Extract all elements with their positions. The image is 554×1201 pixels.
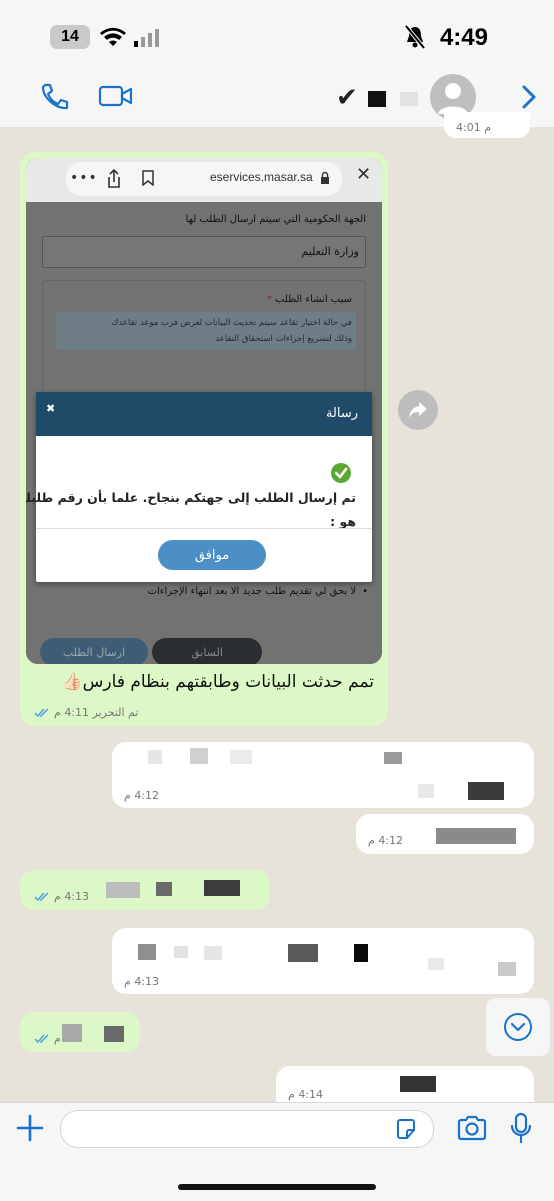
- message-time: 4:12 م: [124, 789, 160, 802]
- field-input: وزارة التعليم: [42, 236, 366, 268]
- chevron-right-icon[interactable]: [520, 84, 538, 110]
- info-text-line1: في حالة اختيار تقاعد سيتم تحديث البيانات…: [111, 318, 352, 328]
- bullet-dot: •: [362, 586, 368, 597]
- microphone-icon[interactable]: [510, 1112, 532, 1144]
- redacted-text: [400, 1076, 436, 1092]
- redacted-text: [190, 748, 208, 764]
- message-input[interactable]: [60, 1110, 434, 1148]
- message-bubble-incoming[interactable]: 4:01 م: [444, 112, 530, 138]
- sticker-icon[interactable]: [395, 1118, 417, 1140]
- info-text-line2: وذلك لتسريع إجراءات استحقاق التقاعد: [215, 334, 352, 344]
- home-indicator: [178, 1184, 376, 1190]
- forward-icon: [409, 402, 427, 418]
- field-value: وزارة التعليم: [301, 245, 359, 258]
- close-icon: ✕: [356, 164, 372, 185]
- contact-name-redacted: [368, 91, 386, 107]
- status-bar: 14 4:49: [0, 0, 554, 75]
- redacted-text: [148, 750, 162, 764]
- forward-button[interactable]: [398, 390, 438, 430]
- message-meta: تم التحرير 4:11 م: [34, 706, 138, 719]
- message-time: 4:13 م: [124, 975, 160, 988]
- double-check-icon: [34, 707, 49, 717]
- video-call-icon[interactable]: [98, 84, 134, 108]
- dialog-divider: [36, 528, 372, 529]
- redacted-text: [138, 944, 156, 960]
- chevron-down-circle-icon: [504, 1013, 532, 1041]
- message-bubble-incoming[interactable]: 4:12 م: [112, 742, 534, 808]
- message-bubble-incoming[interactable]: 4:12 م: [356, 814, 534, 854]
- dialog-header: ✖ رسالة: [36, 392, 372, 436]
- dialog-message-line1: تم إرسال الطلب إلى جهتكم بنجاح. علما بأن…: [26, 490, 356, 505]
- redacted-text: [498, 962, 516, 976]
- lock-icon: [321, 171, 329, 184]
- redacted-text: [418, 784, 434, 798]
- more-icon: •••: [70, 170, 98, 186]
- bookmark-icon: [142, 170, 154, 186]
- submit-button: ارسال الطلب: [40, 638, 148, 664]
- info-box: في حالة اختيار تقاعد سيتم تحديث البيانات…: [56, 312, 356, 350]
- message-meta: م: [34, 1032, 61, 1045]
- dialog-message-line2: هو :: [330, 514, 356, 529]
- reason-label: سبب انشاء الطلب: [275, 294, 352, 305]
- bell-muted-icon: [404, 24, 426, 50]
- message-bubble-outgoing[interactable]: م: [20, 1012, 140, 1052]
- redacted-text: [436, 828, 516, 844]
- url-text: eservices.masar.sa: [210, 170, 313, 184]
- signal-icon: [134, 29, 159, 47]
- redacted-text: [230, 750, 252, 764]
- redacted-text: [104, 1026, 124, 1042]
- reason-label-row: سبب انشاء الطلب *: [267, 294, 352, 305]
- wifi-icon: [100, 27, 126, 46]
- redacted-text: [174, 946, 188, 958]
- dialog-close-icon: ✖: [46, 402, 56, 415]
- url-bar: ••• eservices.masar.sa: [66, 162, 342, 196]
- redacted-text: [428, 958, 444, 970]
- message-meta: 4:13 م: [34, 890, 89, 903]
- redacted-text: [468, 782, 504, 800]
- required-mark: *: [267, 294, 273, 305]
- scroll-down-button[interactable]: [486, 998, 550, 1056]
- success-check-icon: [331, 463, 351, 483]
- camera-icon[interactable]: [456, 1114, 488, 1142]
- dialog-ok-button: موافق: [158, 540, 266, 570]
- contact-name-redacted: [400, 92, 418, 106]
- clock: 4:49: [439, 24, 488, 51]
- screenshot-image[interactable]: ••• eservices.masar.sa ✕ الجهة الحكومية …: [26, 158, 382, 664]
- double-check-icon: [34, 891, 49, 901]
- message-bubble-incoming[interactable]: 4:14 م: [276, 1066, 534, 1102]
- redacted-text: [204, 880, 240, 896]
- message-bubble-incoming[interactable]: 4:13 م: [112, 928, 534, 994]
- message-bubble-outgoing[interactable]: 4:13 م: [20, 870, 270, 910]
- message-time: 4:13 م: [54, 890, 90, 903]
- previous-button: السابق: [152, 638, 262, 664]
- dialog-title: رسالة: [325, 406, 358, 421]
- redacted-text: [288, 944, 318, 962]
- contact-name[interactable]: ✔: [336, 83, 358, 113]
- message-time: 4:12 م: [368, 834, 404, 847]
- redacted-text: [204, 946, 222, 960]
- redacted-text: [384, 752, 402, 764]
- bullet-item: • لا يحق لي تقديم طلب جديد الا بعد انتها…: [148, 586, 368, 597]
- redacted-text: [106, 882, 140, 898]
- message-time: 4:01 م: [456, 121, 492, 134]
- share-icon: [108, 169, 120, 188]
- phone-icon[interactable]: [38, 82, 70, 112]
- plus-icon[interactable]: [16, 1114, 44, 1142]
- field-label: الجهة الحكومية التي سيتم ارسال الطلب لها: [185, 214, 366, 225]
- redacted-text: [354, 944, 368, 962]
- message-caption: تمم حدثت البيانات وطابقتهم بنظام فارس👍🏻: [61, 672, 374, 692]
- bullet-text: لا يحق لي تقديم طلب جديد الا بعد انتهاء …: [147, 586, 357, 597]
- message-dialog: ✖ رسالة تم إرسال الطلب إلى جهتكم بنجاح. …: [26, 392, 372, 582]
- message-time: تم التحرير 4:11 م: [54, 706, 139, 719]
- message-time: م: [54, 1032, 61, 1045]
- redacted-text: [62, 1024, 82, 1042]
- double-check-icon: [34, 1033, 49, 1043]
- redacted-text: [156, 882, 172, 896]
- battery-indicator: 14: [50, 25, 90, 49]
- message-time: 4:14 م: [288, 1088, 324, 1101]
